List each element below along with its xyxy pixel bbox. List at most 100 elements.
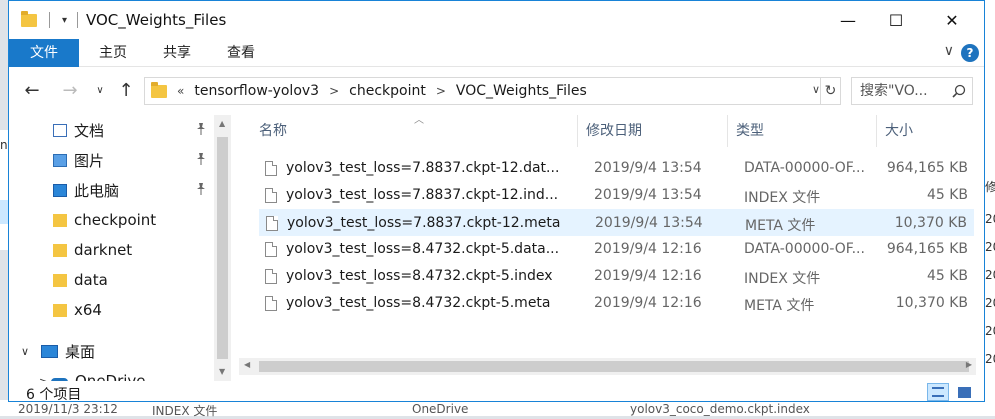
table-row[interactable]: yolov3_test_loss=8.4732.ckpt-5.index 201… — [259, 263, 974, 290]
sort-ascending-icon: ︿ — [414, 115, 424, 126]
scroll-left-icon[interactable]: ◀ — [244, 360, 250, 369]
background-right-text: 20 — [985, 324, 995, 338]
file-type: INDEX 文件 — [744, 190, 821, 206]
background-right-text: 20 — [985, 296, 995, 310]
breadcrumb-separator[interactable]: > — [436, 84, 446, 98]
folder-icon — [21, 10, 37, 27]
breadcrumb-checkpoint[interactable]: checkpoint — [349, 83, 426, 99]
address-dropdown-icon[interactable]: ∨ — [812, 83, 820, 96]
pictures-icon — [53, 154, 67, 167]
nav-item-data[interactable]: data — [9, 265, 214, 295]
column-header-name[interactable]: 名称 — [259, 115, 287, 147]
background-nav-item: OneDrive — [412, 402, 469, 416]
column-header-date[interactable]: 修改日期 — [586, 115, 642, 147]
scroll-down-icon[interactable]: ▼ — [219, 367, 225, 376]
nav-item-pictures[interactable]: 图片 — [9, 145, 214, 175]
divider — [49, 12, 50, 28]
maximize-button[interactable]: ☐ — [873, 1, 919, 39]
scroll-up-icon[interactable]: ▲ — [219, 119, 225, 128]
file-name: yolov3_test_loss=7.8837.ckpt-12.ind... — [286, 187, 559, 203]
file-icon — [265, 269, 277, 284]
table-row[interactable]: yolov3_test_loss=7.8837.ckpt-12.ind... 2… — [259, 182, 974, 209]
pin-icon[interactable] — [196, 182, 206, 198]
forward-button[interactable]: → — [59, 80, 81, 102]
horizontal-scrollbar[interactable]: ◀ ▶ — [239, 358, 976, 375]
nav-item-documents[interactable]: 文档 — [9, 115, 214, 145]
folder-icon — [53, 214, 67, 227]
nav-item-label: darknet — [74, 241, 133, 259]
breadcrumb-voc-weights-files[interactable]: VOC_Weights_Files — [456, 83, 587, 99]
background-right-text: 20 — [985, 212, 995, 226]
file-type: DATA-00000-OF... — [744, 241, 865, 257]
nav-item-darknet[interactable]: darknet — [9, 235, 214, 265]
nav-item-checkpoint[interactable]: checkpoint — [9, 205, 214, 235]
status-bar: 6 个项目 — [9, 381, 984, 402]
column-header-type[interactable]: 类型 — [736, 115, 764, 147]
table-row-selected[interactable]: yolov3_test_loss=7.8837.ckpt-12.meta 201… — [259, 209, 974, 236]
file-name: yolov3_test_loss=8.4732.ckpt-5.index — [286, 268, 553, 284]
tab-file[interactable]: 文件 — [9, 39, 79, 67]
breadcrumb-separator[interactable]: > — [329, 84, 339, 98]
column-divider[interactable] — [876, 115, 877, 147]
chevron-down-icon[interactable]: ∨ — [21, 345, 29, 358]
breadcrumb-overflow[interactable]: « — [177, 84, 184, 98]
file-name: yolov3_test_loss=8.4732.ckpt-5.data... — [286, 241, 560, 257]
item-count: 6 个项目 — [26, 387, 82, 402]
background-file: yolov3_coco_demo.ckpt.index — [630, 402, 810, 416]
file-icon — [265, 242, 277, 257]
file-type: META 文件 — [745, 218, 816, 234]
address-bar[interactable]: « tensorflow-yolov3 > checkpoint > VOC_W… — [144, 77, 841, 105]
customize-toolbar-icon[interactable]: ▾ — [62, 15, 67, 26]
ribbon-expand-icon[interactable]: ∨ — [944, 43, 954, 59]
large-icons-view-button[interactable] — [953, 383, 975, 401]
file-name: yolov3_test_loss=7.8837.ckpt-12.meta — [287, 215, 561, 231]
search-icon[interactable] — [952, 78, 966, 104]
file-type: DATA-00000-OF... — [744, 160, 865, 176]
pin-icon[interactable] — [196, 152, 206, 168]
navigation-pane-scrollbar[interactable]: ▲ ▼ — [214, 115, 231, 381]
up-button[interactable]: ↑ — [115, 80, 137, 102]
table-row[interactable]: yolov3_test_loss=8.4732.ckpt-5.meta 2019… — [259, 290, 974, 317]
file-date: 2019/9/4 13:54 — [595, 215, 703, 231]
file-size: 45 KB — [926, 187, 968, 203]
help-icon[interactable]: ? — [961, 44, 979, 62]
file-icon — [265, 296, 277, 311]
scrollbar-thumb[interactable] — [217, 137, 228, 359]
file-name: yolov3_test_loss=7.8837.ckpt-12.dat... — [286, 160, 560, 176]
file-type: INDEX 文件 — [744, 271, 821, 287]
refresh-icon[interactable]: ↻ — [820, 78, 840, 104]
tab-view[interactable]: 查看 — [221, 39, 261, 67]
background-right-text: 20 — [985, 352, 995, 366]
table-row[interactable]: yolov3_test_loss=7.8837.ckpt-12.dat... 2… — [259, 155, 974, 182]
close-button[interactable]: ✕ — [929, 1, 975, 39]
breadcrumb-tensorflow-yolov3[interactable]: tensorflow-yolov3 — [194, 83, 319, 99]
nav-item-this-pc[interactable]: 此电脑 — [9, 175, 214, 205]
nav-item-x64[interactable]: x64 — [9, 295, 214, 325]
nav-item-label: 图片 — [74, 151, 105, 170]
pin-icon[interactable] — [196, 122, 206, 138]
column-divider[interactable] — [727, 115, 728, 147]
table-row[interactable]: yolov3_test_loss=8.4732.ckpt-5.data... 2… — [259, 236, 974, 263]
scrollbar-thumb[interactable] — [259, 361, 969, 372]
column-divider[interactable] — [577, 115, 578, 147]
background-date: 2019/11/3 23:12 — [18, 402, 118, 416]
title-bar: ▾ VOC_Weights_Files — ☐ ✕ — [9, 1, 984, 39]
search-input[interactable]: 搜索"VO... — [851, 77, 973, 105]
tab-share[interactable]: 共享 — [157, 39, 197, 67]
file-date: 2019/9/4 12:16 — [594, 295, 702, 311]
column-header-size[interactable]: 大小 — [885, 115, 913, 147]
nav-item-label: 文档 — [74, 121, 105, 140]
file-name: yolov3_test_loss=8.4732.ckpt-5.meta — [286, 295, 551, 311]
nav-item-label: x64 — [74, 301, 102, 319]
recent-locations-button[interactable]: ∨ — [89, 80, 111, 102]
back-button[interactable]: ← — [21, 80, 43, 102]
scroll-right-icon[interactable]: ▶ — [966, 360, 972, 369]
nav-item-label: data — [74, 271, 108, 289]
file-date: 2019/9/4 12:16 — [594, 241, 702, 257]
file-date: 2019/9/4 13:54 — [594, 187, 702, 203]
details-view-button[interactable] — [927, 383, 949, 401]
minimize-button[interactable]: — — [825, 1, 871, 39]
nav-item-desktop[interactable]: ∨ 桌面 — [9, 336, 214, 366]
file-size: 45 KB — [926, 268, 968, 284]
tab-home[interactable]: 主页 — [93, 39, 133, 67]
